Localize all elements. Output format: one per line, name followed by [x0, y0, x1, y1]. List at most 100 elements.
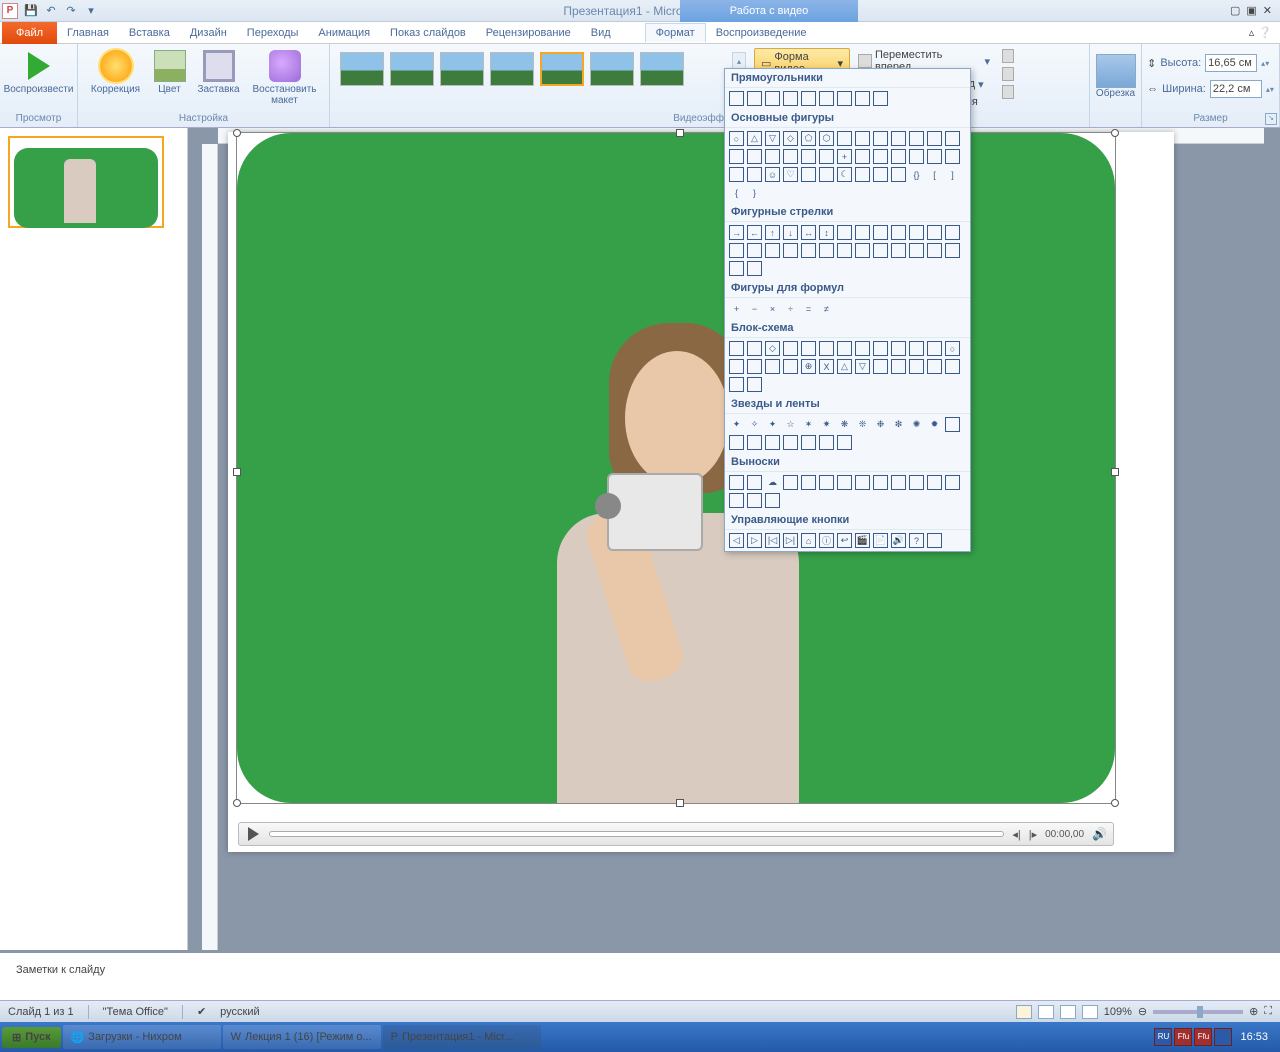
shape-item[interactable]: ⬠ — [801, 131, 816, 146]
shape-item[interactable] — [783, 341, 798, 356]
shape-item[interactable] — [801, 243, 816, 258]
shape-item[interactable] — [837, 475, 852, 490]
shape-item[interactable] — [891, 475, 906, 490]
start-button[interactable]: ⊞Пуск — [2, 1027, 61, 1048]
shape-item[interactable] — [837, 225, 852, 240]
shape-item[interactable]: {} — [909, 167, 924, 182]
shape-item[interactable] — [873, 167, 888, 182]
shape-item[interactable] — [783, 243, 798, 258]
shape-item[interactable] — [747, 377, 762, 392]
shape-item[interactable] — [783, 435, 798, 450]
style-thumb[interactable] — [490, 52, 534, 86]
shape-item[interactable]: ▽ — [765, 131, 780, 146]
shape-item[interactable] — [873, 359, 888, 374]
style-thumb-selected[interactable] — [540, 52, 584, 86]
view-sorter-icon[interactable] — [1038, 1005, 1054, 1019]
view-slideshow-icon[interactable] — [1082, 1005, 1098, 1019]
shape-item[interactable]: ⌂ — [801, 533, 816, 548]
shape-item[interactable]: ☾ — [837, 167, 852, 182]
shape-item[interactable]: 📄 — [873, 533, 888, 548]
shape-item[interactable] — [819, 435, 834, 450]
resize-handle[interactable] — [233, 799, 241, 807]
shape-item[interactable] — [927, 341, 942, 356]
shape-item[interactable] — [729, 243, 744, 258]
tab-insert[interactable]: Вставка — [119, 22, 180, 44]
shape-item[interactable] — [765, 149, 780, 164]
shape-item[interactable] — [855, 167, 870, 182]
shape-item[interactable]: △ — [837, 359, 852, 374]
shape-item[interactable] — [891, 341, 906, 356]
shape-item[interactable]: ≠ — [819, 301, 834, 316]
view-normal-icon[interactable] — [1016, 1005, 1032, 1019]
clock[interactable]: 16:53 — [1234, 1031, 1274, 1043]
taskbar-item[interactable]: WЛекция 1 (16) [Режим о... — [223, 1025, 381, 1049]
shape-item[interactable] — [837, 243, 852, 258]
shape-item[interactable]: ÷ — [783, 301, 798, 316]
shape-item[interactable]: ♡ — [783, 167, 798, 182]
zoom-out-icon[interactable]: ⊖ — [1138, 1005, 1147, 1018]
resize-handle[interactable] — [676, 799, 684, 807]
shape-item[interactable] — [783, 149, 798, 164]
shape-item[interactable]: ❊ — [855, 417, 870, 432]
shape-item[interactable] — [909, 341, 924, 356]
shape-item[interactable]: } — [747, 185, 762, 200]
tab-review[interactable]: Рецензирование — [476, 22, 581, 44]
shape-item[interactable] — [891, 225, 906, 240]
qat-dropdown-icon[interactable]: ▾ — [82, 2, 100, 20]
shape-item[interactable] — [819, 341, 834, 356]
shape-item[interactable] — [873, 131, 888, 146]
shape-item[interactable] — [747, 167, 762, 182]
shape-item[interactable] — [873, 91, 888, 106]
shape-item[interactable] — [747, 261, 762, 276]
shape-item[interactable] — [945, 417, 960, 432]
shape-item[interactable] — [729, 435, 744, 450]
shape-item[interactable]: ↓ — [783, 225, 798, 240]
shape-item[interactable]: ◇ — [765, 341, 780, 356]
style-thumb[interactable] — [440, 52, 484, 86]
shape-item[interactable] — [729, 149, 744, 164]
shape-item[interactable] — [747, 243, 762, 258]
shape-item[interactable]: ❉ — [873, 417, 888, 432]
shape-item[interactable] — [729, 91, 744, 106]
shape-item[interactable]: × — [765, 301, 780, 316]
notes-pane[interactable]: Заметки к слайду — [0, 950, 1280, 1000]
close-icon[interactable]: ✕ — [1263, 4, 1272, 17]
shape-item[interactable]: + — [837, 149, 852, 164]
spinner-icon[interactable]: ▴▾ — [1261, 59, 1269, 68]
status-language[interactable]: русский — [220, 1006, 259, 1018]
resize-handle[interactable] — [1111, 129, 1119, 137]
video-object[interactable] — [236, 132, 1116, 804]
shape-item[interactable]: ▷ — [747, 533, 762, 548]
resize-handle[interactable] — [1111, 468, 1119, 476]
shape-item[interactable] — [747, 359, 762, 374]
shape-item[interactable] — [747, 435, 762, 450]
tab-home[interactable]: Главная — [57, 22, 119, 44]
shape-item[interactable]: ✹ — [927, 417, 942, 432]
shape-item[interactable]: ← — [747, 225, 762, 240]
width-input[interactable] — [1210, 80, 1262, 98]
shape-item[interactable] — [765, 359, 780, 374]
shape-item[interactable]: ↔ — [801, 225, 816, 240]
rotate-button[interactable] — [1000, 84, 1016, 100]
shape-item[interactable]: ? — [909, 533, 924, 548]
shape-item[interactable] — [783, 359, 798, 374]
shape-item[interactable] — [729, 493, 744, 508]
shape-item[interactable] — [819, 167, 834, 182]
shape-item[interactable] — [765, 493, 780, 508]
crop-button[interactable]: Обрезка — [1092, 46, 1140, 99]
shape-item[interactable] — [801, 475, 816, 490]
file-tab[interactable]: Файл — [2, 22, 57, 44]
shape-item[interactable] — [891, 149, 906, 164]
shape-item[interactable] — [927, 475, 942, 490]
tab-playback[interactable]: Воспроизведение — [706, 24, 817, 42]
shape-item[interactable]: ↕ — [819, 225, 834, 240]
height-input[interactable] — [1205, 54, 1257, 72]
shape-item[interactable] — [945, 149, 960, 164]
tab-format[interactable]: Формат — [645, 23, 706, 42]
player-seek-bar[interactable] — [269, 831, 1004, 837]
shape-item[interactable]: ↑ — [765, 225, 780, 240]
fit-window-icon[interactable]: ⛶ — [1264, 1005, 1272, 1018]
player-play-button[interactable] — [245, 826, 261, 842]
shape-item[interactable]: 🔊 — [891, 533, 906, 548]
player-next-frame-icon[interactable]: |▸ — [1029, 828, 1037, 841]
